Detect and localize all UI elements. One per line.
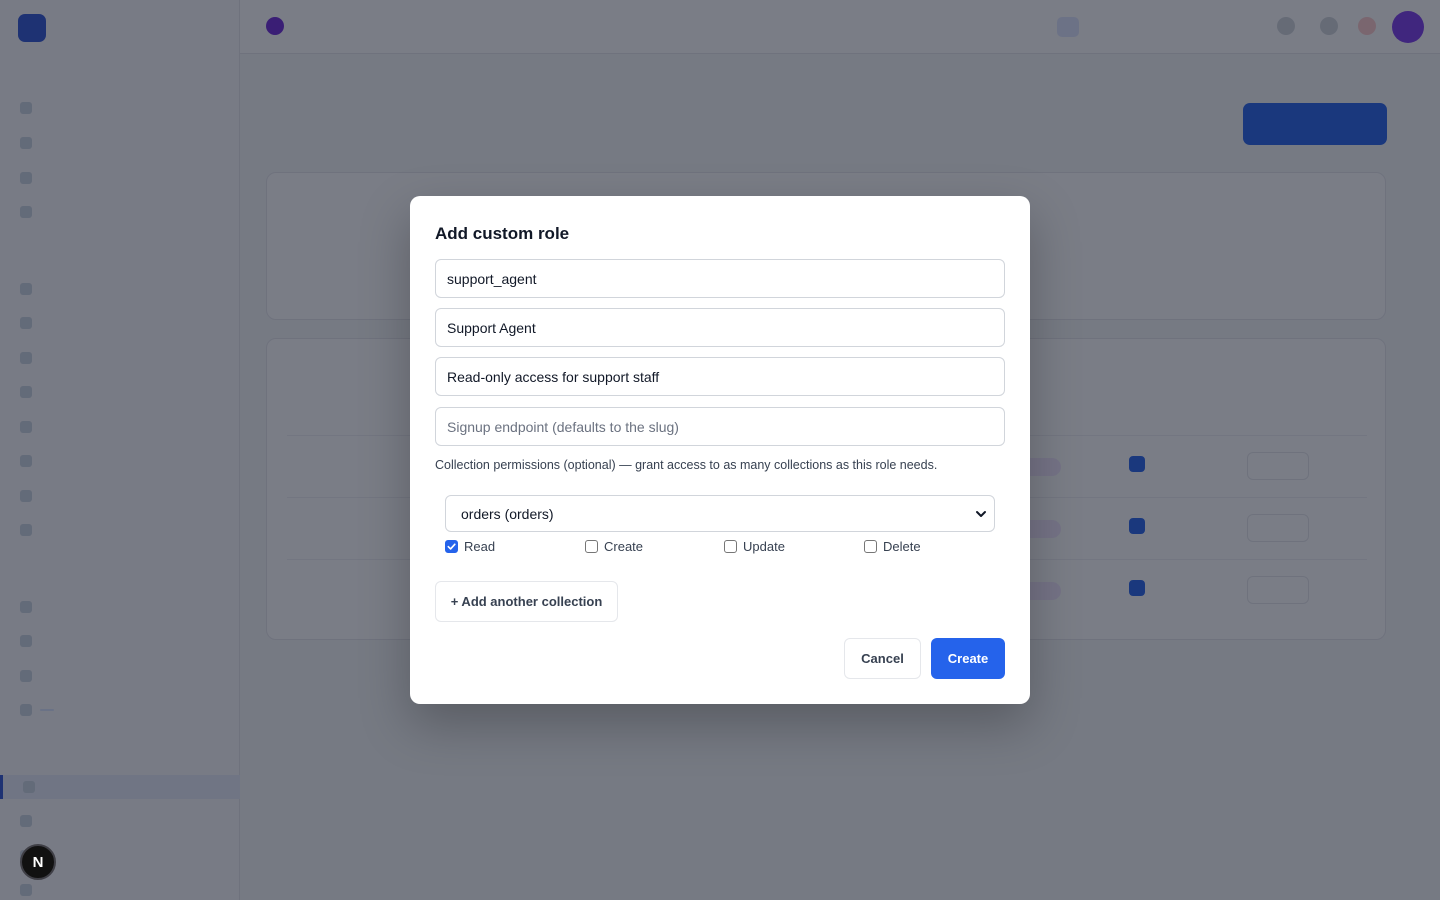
read-checkbox[interactable]	[445, 540, 458, 553]
role-name-input[interactable]	[435, 308, 1005, 347]
role-slug-input[interactable]	[435, 259, 1005, 298]
update-checkbox[interactable]	[724, 540, 737, 553]
check-icon	[447, 543, 456, 550]
permission-create[interactable]: Create	[585, 539, 643, 554]
permission-label: Delete	[883, 539, 921, 554]
cancel-button[interactable]: Cancel	[844, 638, 921, 679]
permission-delete[interactable]: Delete	[864, 539, 921, 554]
permission-checkboxes: Read Create Update Delete	[445, 539, 1005, 559]
add-another-collection-button[interactable]: + Add another collection	[435, 581, 618, 622]
collection-select-value: orders (orders)	[461, 505, 554, 522]
role-description-input[interactable]	[435, 357, 1005, 396]
delete-checkbox[interactable]	[864, 540, 877, 553]
dev-tools-badge[interactable]: N	[20, 844, 56, 880]
collection-select[interactable]: orders (orders)	[445, 495, 995, 532]
permission-read[interactable]: Read	[445, 539, 495, 554]
chevron-down-icon	[976, 510, 986, 517]
permissions-hint: Collection permissions (optional) — gran…	[435, 458, 938, 472]
permission-label: Read	[464, 539, 496, 554]
permission-update[interactable]: Update	[724, 539, 785, 554]
permission-label: Update	[743, 539, 785, 554]
dialog-title: Add custom role	[435, 224, 570, 243]
permission-label: Create	[604, 539, 644, 554]
signup-endpoint-input[interactable]	[435, 407, 1005, 446]
create-checkbox[interactable]	[585, 540, 598, 553]
add-custom-role-dialog: Add custom role Collection permissions (…	[410, 196, 1030, 704]
create-button[interactable]: Create	[931, 638, 1005, 679]
